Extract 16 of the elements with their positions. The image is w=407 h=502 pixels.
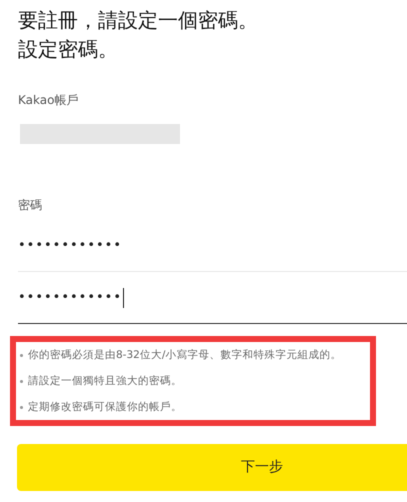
password-rule: 請設定一個獨特且強大的密碼。 bbox=[28, 374, 182, 389]
field-label: 密碼 bbox=[18, 197, 43, 214]
field-label: Kakao帳戶 bbox=[18, 92, 80, 109]
next-button[interactable]: 下一步 bbox=[17, 444, 407, 491]
page-heading: 設定密碼。 bbox=[18, 36, 119, 63]
bullet-icon bbox=[20, 380, 23, 382]
password-value: •••••••••••• bbox=[18, 236, 122, 255]
password-field[interactable]: •••••••••••• bbox=[18, 272, 407, 324]
text-cursor bbox=[123, 288, 124, 308]
bullet-icon bbox=[20, 406, 23, 408]
bullet-icon bbox=[20, 354, 23, 356]
page-heading: 要註冊，請設定一個密碼。 bbox=[18, 7, 259, 34]
password-field[interactable]: •••••••••••• bbox=[18, 220, 407, 272]
password-value: •••••••••••• bbox=[18, 288, 122, 307]
password-rule: 定期修改密碼可保護你的帳戶。 bbox=[28, 400, 182, 415]
password-rule: 你的密碼必須是由8-32位大/小寫字母、數字和特殊字元組成的。 bbox=[28, 348, 342, 363]
